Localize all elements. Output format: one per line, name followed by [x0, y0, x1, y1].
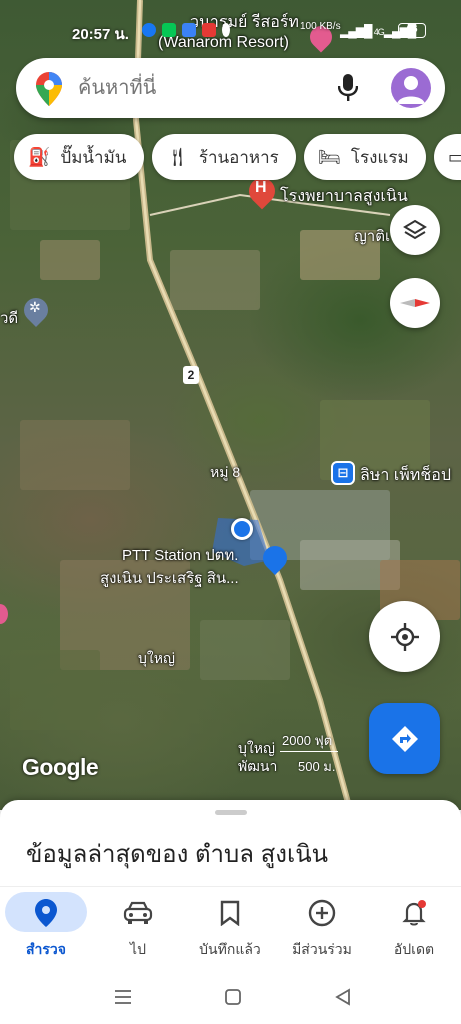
- back-icon[interactable]: [332, 986, 354, 1008]
- sheet-drag-handle[interactable]: [215, 810, 247, 815]
- status-bar: 20:57 น. 100 KB/s ▂▄▆█ 4G▂▄▆█ 66: [0, 18, 461, 46]
- satellite-map[interactable]: วนารมย์ รีสอร์ท (Wanarom Resort) H โรงพย…: [0, 0, 461, 810]
- partial-label-left: วดี: [0, 310, 19, 327]
- compass-icon: [400, 299, 430, 307]
- map-scale: 2000 ฟุต 500 ม.: [280, 730, 338, 777]
- category-chips: ⛽ ปั๊มน้ำมัน 🍴︎ ร้านอาหาร 🛏︎ โรงแรม ▭: [14, 134, 461, 180]
- chip-hotel[interactable]: 🛏︎ โรงแรม: [304, 134, 426, 180]
- partial-label-right: ญาติเ: [354, 228, 391, 245]
- nav-updates[interactable]: อัปเดต: [368, 887, 460, 969]
- nav-saved[interactable]: บันทึกแล้ว: [184, 887, 276, 969]
- search-bar[interactable]: [16, 58, 445, 118]
- station-label-line2[interactable]: สูงเนิน ประเสริฐ สิน...: [100, 566, 239, 590]
- nav-contribute[interactable]: มีส่วนร่วม: [276, 887, 368, 969]
- messenger-icon: [182, 23, 196, 37]
- sheet-title: ข้อมูลล่าสุดของ ตำบล สูงเนิน: [26, 841, 329, 868]
- profile-avatar[interactable]: [391, 68, 431, 108]
- layers-button[interactable]: [390, 205, 440, 255]
- system-navigation-bar: [0, 968, 461, 1024]
- microphone-icon[interactable]: [337, 74, 359, 107]
- google-maps-pin-icon: [36, 72, 62, 111]
- route-shield: 2: [183, 366, 199, 384]
- home-icon[interactable]: [222, 986, 244, 1008]
- station-label-line1[interactable]: PTT Station ปตท.: [122, 543, 238, 567]
- crosshair-icon: [390, 622, 419, 651]
- sos-icon: [202, 23, 216, 37]
- my-location-button[interactable]: [369, 601, 440, 672]
- highway-road: [132, 0, 391, 810]
- village-8-label: หมู่ 8: [210, 464, 241, 480]
- explore-pin-icon: [0, 899, 92, 927]
- chip-more[interactable]: ▭: [434, 134, 461, 180]
- chip-label: ร้านอาหาร: [198, 147, 279, 167]
- add-circle-icon: [276, 899, 368, 927]
- bookmark-icon: [184, 899, 276, 927]
- google-logo: Google: [22, 754, 99, 780]
- status-time: 20:57 น.: [72, 26, 129, 43]
- hospital-label[interactable]: โรงพยาบาลสูงเนิน: [280, 184, 408, 209]
- chip-gas-station[interactable]: ⛽ ปั๊มน้ำมัน: [14, 134, 144, 180]
- line-icon: [162, 23, 176, 37]
- shopping-icon: ▭: [448, 146, 461, 167]
- bottom-navigation: สำรวจ ไป บันทึกแล้ว มีส่วนร่วม อัปเดต: [0, 886, 461, 968]
- notification-icons: [142, 23, 230, 37]
- signal-type: 4G: [373, 27, 385, 37]
- compass-button[interactable]: [390, 278, 440, 328]
- bu-yai-label: บุใหญ่: [138, 650, 175, 666]
- car-icon: [92, 899, 184, 927]
- nav-label: มีส่วนร่วม: [292, 941, 352, 957]
- layers-icon: [403, 219, 427, 240]
- hotel-icon: 🛏︎: [318, 146, 341, 167]
- directions-arrow-icon: [391, 725, 418, 752]
- nav-label: สำรวจ: [26, 941, 66, 957]
- nav-explore[interactable]: สำรวจ: [0, 887, 92, 969]
- current-location-dot: [231, 518, 253, 540]
- facebook-icon: [142, 23, 156, 37]
- maps-screen: วนารมย์ รีสอร์ท (Wanarom Resort) H โรงพย…: [0, 0, 461, 1024]
- chip-label: ปั๊มน้ำมัน: [60, 147, 127, 167]
- chip-label: โรงแรม: [350, 147, 409, 167]
- directions-button[interactable]: [369, 703, 440, 774]
- recents-icon[interactable]: [112, 986, 134, 1008]
- net-speed: 100 KB/s: [300, 21, 341, 32]
- nav-label: บันทึกแล้ว: [199, 941, 261, 957]
- bottom-sheet[interactable]: ข้อมูลล่าสุดของ ตำบล สูงเนิน: [0, 800, 461, 886]
- gas-station-icon: ⛽: [28, 146, 51, 167]
- scale-feet: 2000 ฟุต: [280, 730, 338, 752]
- hospital-h-glyph: H: [255, 179, 267, 196]
- temple-wheel-glyph: ✲: [29, 299, 41, 315]
- bell-icon: [368, 899, 460, 927]
- battery-icon: 66: [398, 23, 426, 38]
- scale-meters: 500 ม.: [298, 759, 336, 774]
- shop-bag-icon[interactable]: ⊟: [331, 461, 355, 485]
- phattana-label: พัฒนา: [238, 758, 278, 774]
- location-status-icon: [222, 23, 230, 37]
- shop-label[interactable]: ลิษา เพ็ทช็อป: [360, 463, 451, 488]
- nav-go[interactable]: ไป: [92, 887, 184, 969]
- chip-restaurant[interactable]: 🍴︎ ร้านอาหาร: [152, 134, 296, 180]
- nav-label: ไป: [130, 941, 146, 957]
- restaurant-icon: 🍴︎: [166, 146, 189, 167]
- search-input[interactable]: [78, 70, 328, 106]
- nav-label: อัปเดต: [393, 941, 435, 957]
